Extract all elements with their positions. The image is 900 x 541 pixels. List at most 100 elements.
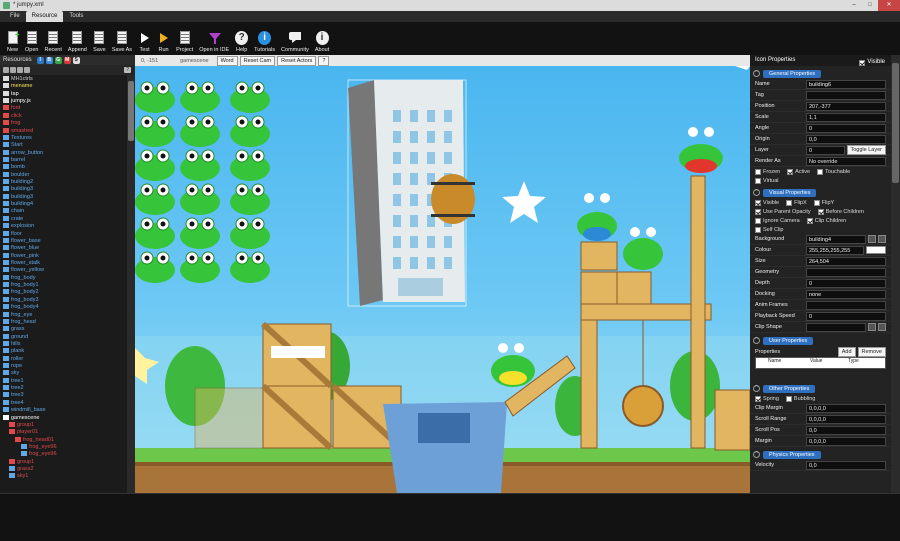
star-sprite[interactable] <box>502 181 546 223</box>
blue-frog[interactable] <box>577 193 617 241</box>
resource-item[interactable]: grass2 <box>0 466 127 473</box>
checkbox-item[interactable]: Ignore Camera <box>755 217 800 224</box>
prop-field[interactable]: 0,0 <box>806 425 886 435</box>
resource-item[interactable]: building3 <box>0 193 127 201</box>
community-button[interactable]: Community <box>278 22 312 55</box>
resource-item[interactable]: flower_base <box>0 237 127 245</box>
prop-field[interactable]: building6 <box>806 79 886 89</box>
frog-sprite[interactable] <box>180 115 220 147</box>
resource-item[interactable]: arrow_button <box>0 149 127 157</box>
resource-item[interactable]: chain <box>0 208 127 215</box>
resources-help-icon[interactable]: ? <box>124 67 131 73</box>
resource-item[interactable]: tree1 <box>0 377 127 385</box>
checkbox[interactable] <box>817 208 824 215</box>
resource-item[interactable]: floor <box>0 230 127 238</box>
resource-item[interactable]: crate <box>0 215 127 223</box>
resource-item[interactable]: group1 <box>0 458 127 466</box>
frog-sprite[interactable] <box>135 183 175 215</box>
resource-scrollbar[interactable] <box>127 75 135 493</box>
resource-item[interactable]: frog_body <box>0 274 127 282</box>
run-button[interactable]: Run <box>154 22 173 55</box>
prop-field[interactable]: 255,255,255,255 <box>806 245 864 255</box>
frog-sprite[interactable] <box>180 251 220 283</box>
open-in-ide-button[interactable]: Open in IDE <box>196 22 232 55</box>
checkbox[interactable] <box>755 208 761 215</box>
resource-item[interactable]: group1 <box>0 421 127 429</box>
resource-item[interactable]: flower_yellow <box>0 267 127 274</box>
resource-item[interactable]: flower_blue <box>0 245 127 252</box>
move-up-icon[interactable] <box>17 67 23 73</box>
checkbox-item[interactable]: Visible <box>755 199 779 206</box>
general-section-header[interactable]: ^ General Properties <box>750 68 891 79</box>
properties-scroll-thumb[interactable] <box>892 63 899 183</box>
delete-resource-icon[interactable] <box>10 67 16 73</box>
resource-item[interactable]: font <box>0 105 127 112</box>
frog-sprite[interactable] <box>230 115 270 147</box>
picker-icon[interactable] <box>868 323 876 331</box>
properties-scrollbar[interactable] <box>891 55 900 493</box>
resource-item[interactable]: frog_eye96 <box>0 443 127 451</box>
picker-icon[interactable] <box>878 323 886 331</box>
green-frog-right[interactable] <box>623 227 663 270</box>
user-properties-table[interactable]: Name Value Type <box>755 357 886 369</box>
resource-item[interactable]: hills <box>0 340 127 348</box>
resource-item[interactable]: barrel <box>0 156 127 164</box>
checkbox[interactable] <box>813 199 820 206</box>
collapse-icon[interactable]: ^ <box>753 337 760 344</box>
append-button[interactable]: Append <box>65 22 90 55</box>
resource-item[interactable]: MH1ctrls <box>0 76 127 83</box>
resource-item[interactable]: tree4 <box>0 399 127 407</box>
checkbox[interactable] <box>755 199 761 206</box>
open-button[interactable]: Open <box>22 22 41 55</box>
prop-field[interactable]: 207,-377 <box>806 101 886 111</box>
checkbox-item[interactable]: Bubbling <box>785 395 815 402</box>
filter-chip[interactable]: S <box>72 56 80 64</box>
checkbox-item[interactable]: Before Children <box>817 208 864 215</box>
other-section-header[interactable]: ^ Other Properties <box>750 383 891 394</box>
prop-field[interactable] <box>806 300 886 310</box>
render-as-select[interactable]: No override <box>806 156 886 166</box>
resource-item[interactable]: mename <box>0 83 127 90</box>
prop-field[interactable] <box>806 267 886 277</box>
visible-toggle[interactable]: Visible <box>859 57 885 68</box>
resource-item[interactable]: Start <box>0 142 127 149</box>
frog-sprite[interactable] <box>230 81 270 113</box>
checkbox-item[interactable]: Virtual <box>755 177 779 184</box>
barrel-sprite[interactable] <box>431 174 475 224</box>
checkbox-item[interactable]: Clip Children <box>806 217 846 224</box>
resource-item[interactable]: frog_eye96 <box>0 451 127 458</box>
collapse-icon[interactable]: ^ <box>753 385 760 392</box>
frog-sprite[interactable] <box>230 251 270 283</box>
maximize-icon[interactable]: □ <box>862 0 878 11</box>
reset-cam-button[interactable]: Reset Cam <box>239 55 276 66</box>
resource-item[interactable]: jumpy.js <box>0 98 127 105</box>
new-button[interactable]: + New <box>3 22 22 55</box>
prop-field[interactable]: building4 <box>806 234 866 244</box>
resource-item[interactable]: frog_eye <box>0 311 127 319</box>
resource-item[interactable]: frog_body4 <box>0 304 127 311</box>
resource-item[interactable]: frog <box>0 120 127 127</box>
blue-building-sprite[interactable] <box>383 402 507 493</box>
filter-chip[interactable]: I <box>36 56 44 64</box>
collapse-icon[interactable]: ^ <box>753 70 760 77</box>
red-frog[interactable] <box>679 127 723 173</box>
checkbox[interactable] <box>755 395 761 402</box>
frog-sprite[interactable] <box>135 149 175 181</box>
resource-item[interactable]: frog_head <box>0 318 127 326</box>
checkbox[interactable] <box>787 168 794 175</box>
resource-item[interactable]: building3 <box>0 186 127 193</box>
checkbox-item[interactable]: Spring <box>755 395 779 402</box>
help-button[interactable]: ? Help <box>232 22 251 55</box>
test-button[interactable]: Test <box>135 22 154 55</box>
picker-icon[interactable] <box>868 235 876 243</box>
resource-scroll-thumb[interactable] <box>128 81 134 141</box>
checkbox[interactable] <box>755 226 761 233</box>
checkbox-item[interactable]: FlipY <box>813 199 834 206</box>
remove-property-button[interactable]: Remove <box>857 346 886 357</box>
resource-item[interactable]: flower_stalk <box>0 259 127 267</box>
prop-field[interactable] <box>806 322 866 332</box>
checkbox[interactable] <box>786 199 793 206</box>
frog-sprite[interactable] <box>135 251 175 283</box>
minimize-icon[interactable]: – <box>846 0 862 11</box>
checkbox[interactable] <box>806 217 813 224</box>
